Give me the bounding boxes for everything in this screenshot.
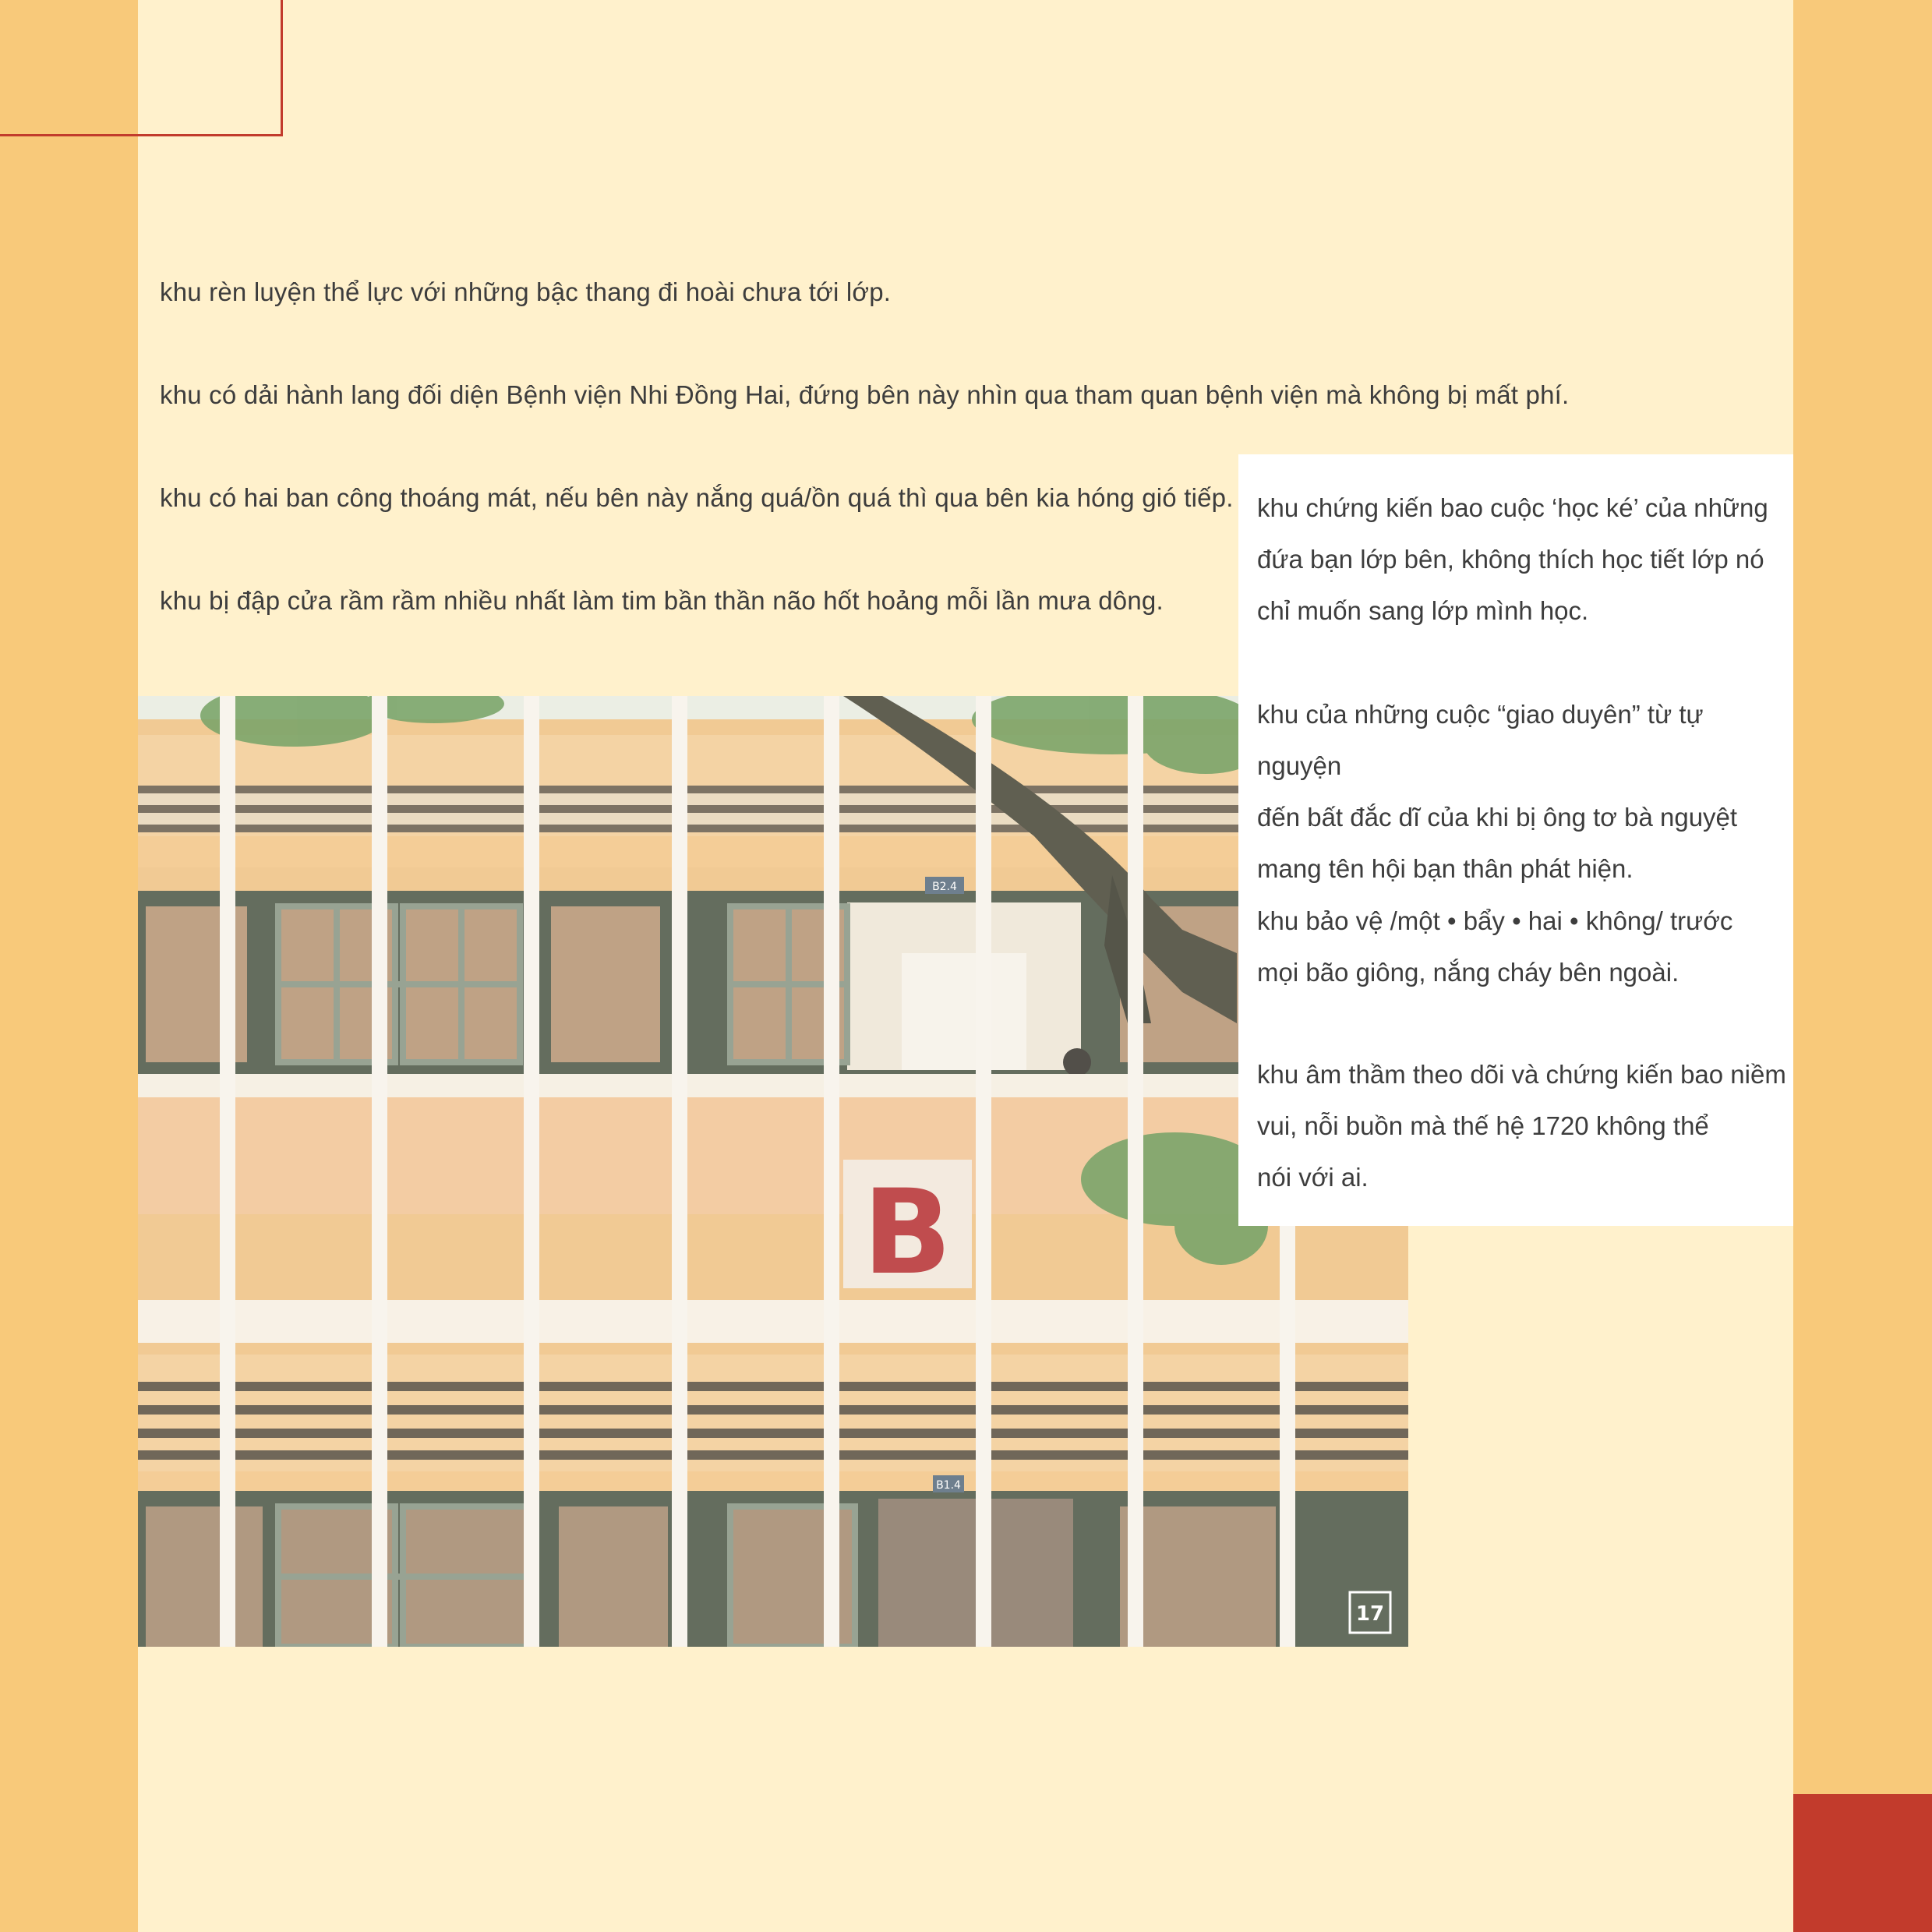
text-line-door: khu bị đập cửa rầm rầm nhiều nhất làm ti… <box>160 586 1164 615</box>
text-line-stairs: khu rèn luyện thể lực với những bậc than… <box>160 277 892 306</box>
corner-outline-square <box>0 0 283 136</box>
text-line-corridor: khu có dải hành lang đối diện Bệnh viện … <box>160 380 1570 409</box>
card-paragraph-2: khu của những cuộc “giao duyên” từ tự ng… <box>1257 700 1738 883</box>
building-photo: B2.4 B B1.4 17 <box>138 696 1408 1647</box>
left-border-stripe <box>0 0 138 1932</box>
card-paragraph-4: khu âm thầm theo dõi và chứng kiến bao n… <box>1257 1060 1786 1192</box>
card-paragraph-3: khu bảo vệ /một • bẩy • hai • không/ trư… <box>1257 906 1733 987</box>
card-paragraph-1: khu chứng kiến bao cuộc ‘học ké’ của nhữ… <box>1257 493 1768 625</box>
red-corner-block <box>1793 1794 1932 1932</box>
text-card: khu chứng kiến bao cuộc ‘học ké’ của nhữ… <box>1238 454 1793 1226</box>
right-border-stripe <box>1793 0 1932 1932</box>
text-line-balcony: khu có hai ban công thoáng mát, nếu bên … <box>160 483 1234 512</box>
logo-mark: 17 <box>1356 1602 1384 1626</box>
